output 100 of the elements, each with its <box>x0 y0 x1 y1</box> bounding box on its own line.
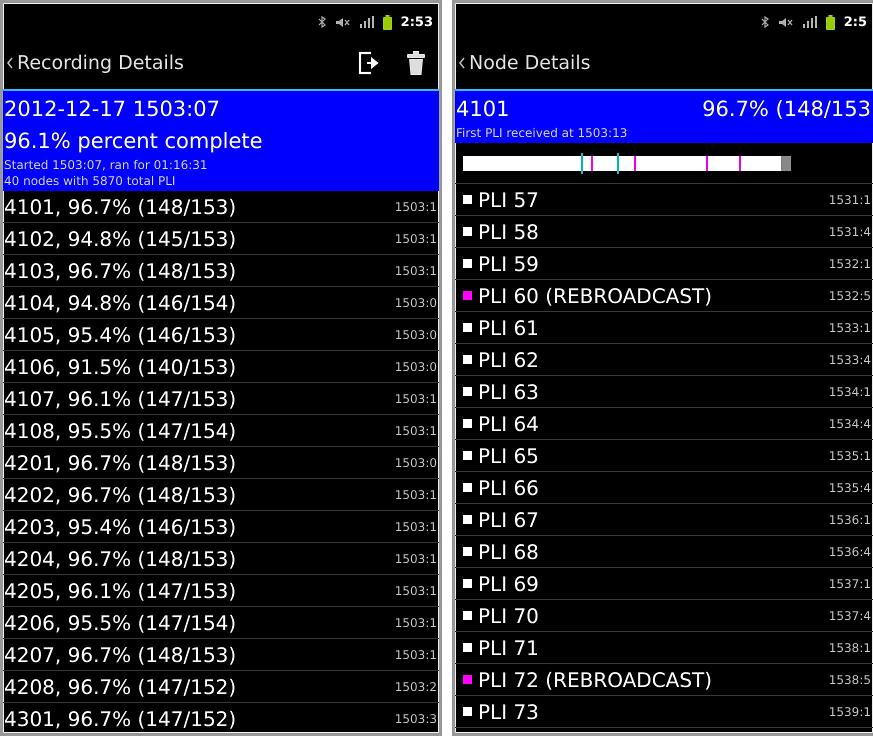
row-time: 1535:1 <box>828 448 872 462</box>
row-time: 1533:4 <box>828 352 872 366</box>
row-time: 1503:0 <box>394 328 438 342</box>
row-time: 1503:0 <box>394 296 438 310</box>
list-row[interactable]: PLI 59 1532:1 <box>455 248 873 280</box>
trash-icon[interactable] <box>405 49 427 77</box>
row-time: 1537:4 <box>828 608 872 622</box>
row-time: 1534:1 <box>828 384 872 398</box>
list-row[interactable]: 4108, 95.5% (147/154) 1503:1 <box>3 415 439 447</box>
list-row[interactable]: PLI 69 1537:1 <box>455 568 873 600</box>
row-label: PLI 64 <box>478 412 539 436</box>
list-row[interactable]: PLI 68 1536:4 <box>455 536 873 568</box>
row-label: PLI 58 <box>478 220 539 244</box>
list-row[interactable]: PLI 57 1531:1 <box>455 184 873 216</box>
list-row[interactable]: 4207, 96.7% (148/153) 1503:1 <box>3 639 439 671</box>
row-label: 4106, 91.5% (140/153) <box>4 354 236 378</box>
list-row[interactable]: PLI 63 1534:1 <box>455 376 873 408</box>
status-time: 2:53 <box>400 14 433 30</box>
row-label: PLI 63 <box>478 380 539 404</box>
row-label: PLI 70 <box>478 604 539 628</box>
row-label: 4103, 96.7% (148/153) <box>4 258 236 282</box>
list-row[interactable]: PLI 71 1538:1 <box>455 632 873 664</box>
row-label: PLI 57 <box>478 188 539 212</box>
row-time: 1503:2 <box>394 680 438 694</box>
row-time: 1503:1 <box>394 392 438 406</box>
list-row[interactable]: PLI 62 1533:4 <box>455 344 873 376</box>
list-row[interactable]: 4206, 95.5% (147/154) 1503:1 <box>3 607 439 639</box>
battery-icon <box>826 14 835 30</box>
battery-icon <box>382 14 392 30</box>
row-label: PLI 65 <box>478 444 539 468</box>
row-time: 1503:1 <box>394 584 438 598</box>
row-time: 1539:1 <box>828 704 872 718</box>
list-row[interactable]: PLI 65 1535:1 <box>455 440 873 472</box>
row-time: 1503:1 <box>394 552 438 566</box>
list-row[interactable]: PLI 61 1533:1 <box>455 312 873 344</box>
mute-icon <box>778 16 794 28</box>
row-time: 1532:1 <box>828 256 872 270</box>
status-time: 2:5 <box>844 14 867 30</box>
row-time: 1503:3 <box>394 712 438 726</box>
row-time: 1503:1 <box>394 424 438 438</box>
row-time: 1503:0 <box>394 456 438 470</box>
row-time: 1503:1 <box>394 488 438 502</box>
row-time: 1536:1 <box>828 512 872 526</box>
row-label: PLI 69 <box>478 572 539 596</box>
row-time: 1538:5 <box>828 672 872 686</box>
row-label: PLI 66 <box>478 476 539 500</box>
row-label: 4105, 95.4% (146/153) <box>4 322 236 346</box>
summary-text: 40 nodes with 5870 total PLI <box>4 173 176 189</box>
list-row[interactable]: 4201, 96.7% (148/153) 1503:0 <box>3 447 439 479</box>
node-percent: 96.7% (148/153 <box>702 96 871 123</box>
chevron-icon <box>7 57 13 69</box>
row-label: 4205, 96.1% (147/153) <box>4 578 236 602</box>
row-time: 1503:1 <box>394 264 438 278</box>
back-link[interactable]: Node Details <box>459 52 590 74</box>
first-pli-text: First PLI received at 1503:13 <box>456 125 628 141</box>
row-label: PLI 71 <box>478 636 539 660</box>
row-time: 1531:1 <box>828 192 872 206</box>
list-row[interactable]: PLI 64 1534:4 <box>455 408 873 440</box>
list-row[interactable]: 4204, 96.7% (148/153) 1503:1 <box>3 543 439 575</box>
row-label: PLI 68 <box>478 540 539 564</box>
row-label: 4206, 95.5% (147/154) <box>4 610 236 634</box>
row-label: 4301, 96.7% (147/152) <box>4 706 236 730</box>
list-row[interactable]: 4104, 94.8% (146/154) 1503:0 <box>3 287 439 319</box>
started-text: Started 1503:07, ran for 01:16:31 <box>4 157 209 173</box>
list-row[interactable]: PLI 60 (REBROADCAST) 1532:5 <box>455 280 873 312</box>
list-row[interactable]: PLI 73 1539:1 <box>455 696 873 728</box>
list-row[interactable]: 4102, 94.8% (145/153) 1503:1 <box>3 223 439 255</box>
list-row[interactable]: 4101, 96.7% (148/153) 1503:1 <box>3 191 439 223</box>
list-row[interactable]: 4107, 96.1% (147/153) 1503:1 <box>3 383 439 415</box>
recording-date: 2012-12-17 1503:07 <box>4 96 221 123</box>
row-label: PLI 72 (REBROADCAST) <box>478 668 712 692</box>
list-row[interactable]: 4203, 95.4% (146/153) 1503:1 <box>3 511 439 543</box>
list-row[interactable]: 4106, 91.5% (140/153) 1503:0 <box>3 351 439 383</box>
list-row[interactable]: PLI 67 1536:1 <box>455 504 873 536</box>
list-row[interactable]: 4103, 96.7% (148/153) 1503:1 <box>3 255 439 287</box>
list-row[interactable]: 4205, 96.1% (147/153) 1503:1 <box>3 575 439 607</box>
chevron-icon <box>459 57 465 69</box>
node-id: 4101 <box>456 96 510 123</box>
row-label: 4204, 96.7% (148/153) <box>4 546 236 570</box>
row-label: 4102, 94.8% (145/153) <box>4 226 236 250</box>
list-row[interactable]: PLI 66 1535:4 <box>455 472 873 504</box>
list-row[interactable]: PLI 58 1531:4 <box>455 216 873 248</box>
row-label: 4208, 96.7% (147/152) <box>4 674 236 698</box>
list-row[interactable]: PLI 70 1537:4 <box>455 600 873 632</box>
row-time: 1503:1 <box>394 648 438 662</box>
row-time: 1503:1 <box>394 616 438 630</box>
percent-complete: 96.1% percent complete <box>4 128 264 155</box>
list-row[interactable]: 4301, 96.7% (147/152) 1503:3 <box>3 703 439 733</box>
row-time: 1503:0 <box>394 360 438 374</box>
row-label: 4107, 96.1% (147/153) <box>4 386 236 410</box>
row-label: 4207, 96.7% (148/153) <box>4 642 236 666</box>
row-time: 1532:5 <box>828 288 872 302</box>
row-time: 1503:1 <box>394 200 438 214</box>
mute-icon <box>334 16 351 28</box>
list-row[interactable]: 4202, 96.7% (148/153) 1503:1 <box>3 479 439 511</box>
back-link[interactable]: Recording Details <box>7 52 184 74</box>
row-time: 1533:1 <box>828 320 872 334</box>
list-row[interactable]: 4105, 95.4% (146/153) 1503:0 <box>3 319 439 351</box>
list-row[interactable]: 4208, 96.7% (147/152) 1503:2 <box>3 671 439 703</box>
list-row[interactable]: PLI 72 (REBROADCAST) 1538:5 <box>455 664 873 696</box>
